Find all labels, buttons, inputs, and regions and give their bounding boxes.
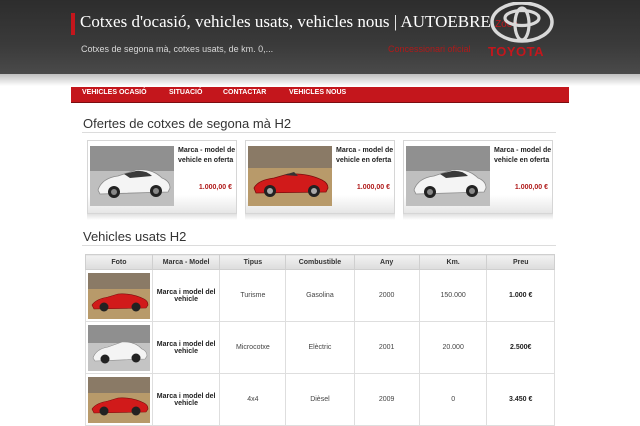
title-accent-bar <box>71 13 75 35</box>
photo-cell[interactable] <box>85 269 153 322</box>
column-header-year: Any <box>353 254 420 270</box>
km-cell: 20.000 <box>418 321 488 374</box>
offers-divider <box>82 132 556 133</box>
model-cell[interactable]: Marca i model del vehicle <box>151 373 221 426</box>
photo-cell[interactable] <box>85 373 153 426</box>
offer-card[interactable]: Marca - model de vehicle en oferta 1.000… <box>87 140 237 214</box>
km-cell: 150.000 <box>418 269 488 322</box>
year-cell: 2000 <box>353 269 420 322</box>
offer-card-name[interactable]: Marca - model de vehicle en oferta <box>336 146 394 166</box>
offer-card-price: 1.000,00 € <box>198 184 232 191</box>
car-photo[interactable] <box>406 146 490 206</box>
card-shadow <box>245 214 395 220</box>
model-cell[interactable]: Marca i model del vehicle <box>151 321 221 374</box>
year-cell: 2001 <box>353 321 420 374</box>
car-photo[interactable] <box>90 146 174 206</box>
table-row[interactable]: Marca i model del vehicle Microcotxe Elè… <box>85 321 555 374</box>
price-cell: 3.450 € <box>486 373 555 426</box>
model-cell[interactable]: Marca i model del vehicle <box>151 269 221 322</box>
used-vehicles-table: Foto Marca - Model Tipus Combustible Any… <box>85 254 555 426</box>
nav-item-contactar[interactable]: CONTACTAR <box>223 89 266 96</box>
site-title-text[interactable]: Cotxes d'ocasió, vehicles usats, vehicle… <box>80 12 491 31</box>
table-header-row: Foto Marca - Model Tipus Combustible Any… <box>85 254 555 270</box>
year-cell: 2009 <box>353 373 420 426</box>
table-row[interactable]: Marca i model del vehicle Turisme Gasoli… <box>85 269 555 322</box>
column-header-fuel: Combustible <box>285 254 355 270</box>
price-cell: 2.500€ <box>486 321 555 374</box>
fuel-cell: Gasolina <box>285 269 355 322</box>
km-cell: 0 <box>418 373 488 426</box>
offer-card-name[interactable]: Marca - model de vehicle en oferta <box>178 146 236 166</box>
site-tagline: Cotxes de segona mà, cotxes usats, de km… <box>81 44 274 54</box>
offer-card-price: 1.000,00 € <box>514 184 548 191</box>
used-heading: Vehicles usats H2 <box>83 229 187 244</box>
used-divider <box>82 245 556 246</box>
offer-card[interactable]: Marca - model de vehicle en oferta 1.000… <box>245 140 395 214</box>
column-header-model: Marca - Model <box>151 254 221 270</box>
offer-card-name[interactable]: Marca - model de vehicle en oferta <box>494 146 552 166</box>
dealer-label: Concessionari oficial <box>388 44 471 54</box>
header-shadow <box>0 74 640 86</box>
car-photo[interactable] <box>87 376 150 423</box>
nav-item-situacio[interactable]: SITUACIÓ <box>169 89 202 96</box>
photo-cell[interactable] <box>85 321 153 374</box>
offer-card[interactable]: Marca - model de vehicle en oferta 1.000… <box>403 140 553 214</box>
column-header-price: Preu <box>486 254 555 270</box>
offers-heading: Ofertes de cotxes de segona mà H2 <box>83 116 292 131</box>
type-cell: Microcotxe <box>219 321 287 374</box>
card-shadow <box>403 214 553 220</box>
fuel-cell: Dièsel <box>285 373 355 426</box>
column-header-km: Km. <box>418 254 488 270</box>
car-photo[interactable] <box>87 324 150 371</box>
type-cell: Turisme <box>219 269 287 322</box>
main-nav: VEHICLES OCASIÓ SITUACIÓ CONTACTAR VEHIC… <box>71 87 569 103</box>
fuel-cell: Elèctric <box>285 321 355 374</box>
car-photo[interactable] <box>248 146 332 206</box>
toyota-wordmark: TOYOTA <box>488 44 544 59</box>
nav-item-vehicles-ocasio[interactable]: VEHICLES OCASIÓ <box>82 89 147 96</box>
table-row[interactable]: Marca i model del vehicle 4x4 Dièsel 200… <box>85 373 555 426</box>
site-header: Cotxes d'ocasió, vehicles usats, vehicle… <box>0 0 640 74</box>
offer-card-price: 1.000,00 € <box>356 184 390 191</box>
card-shadow <box>87 214 237 220</box>
type-cell: 4x4 <box>219 373 287 426</box>
site-title[interactable]: Cotxes d'ocasió, vehicles usats, vehicle… <box>80 12 518 32</box>
column-header-type: Tipus <box>219 254 287 270</box>
price-cell: 1.000 € <box>486 269 555 322</box>
column-header-photo: Foto <box>85 254 153 270</box>
nav-item-vehicles-nous[interactable]: VEHICLES NOUS <box>289 89 346 96</box>
car-photo[interactable] <box>87 272 150 319</box>
